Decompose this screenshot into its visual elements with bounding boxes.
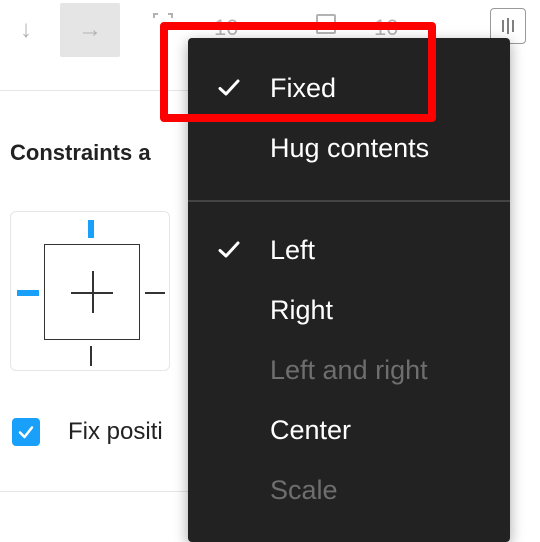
constraints-section-title: Constraints a [10,140,151,165]
check-icon [216,237,242,263]
constraint-bottom-handle[interactable] [90,346,92,366]
horizontal-arrow-icon: → [78,16,102,43]
menu-item-left[interactable]: Left [188,220,510,280]
align-bars-icon [502,18,514,34]
constraint-frame-box [44,244,140,340]
menu-item-label: Hug contents [270,132,430,163]
menu-item-label: Center [270,414,352,445]
constraint-center-vertical[interactable] [92,271,94,313]
checkmark-icon [18,426,34,439]
menu-item-left-and-right: Left and right [188,340,510,400]
constraint-right-handle[interactable] [145,292,165,294]
menu-item-hug-contents[interactable]: Hug contents [188,118,510,178]
menu-item-label: Left and right [270,354,428,385]
constraint-left-handle[interactable] [17,290,39,296]
constraint-widget [10,211,170,371]
horizontal-direction-button[interactable]: → [60,3,120,57]
fix-position-checkbox[interactable] [12,418,40,446]
fix-position-label: Fix positi [68,418,163,445]
constraint-top-handle[interactable] [88,220,94,238]
highlight-annotation-box [160,22,436,122]
menu-item-right[interactable]: Right [188,280,510,340]
menu-separator [188,200,510,202]
section-divider [0,491,188,492]
menu-item-center[interactable]: Center [188,400,510,460]
menu-item-label: Left [270,234,316,265]
menu-item-label: Scale [270,474,338,505]
menu-item-label: Right [270,294,334,325]
vertical-direction-icon[interactable]: ↓ [20,18,32,42]
menu-item-scale: Scale [188,460,510,520]
